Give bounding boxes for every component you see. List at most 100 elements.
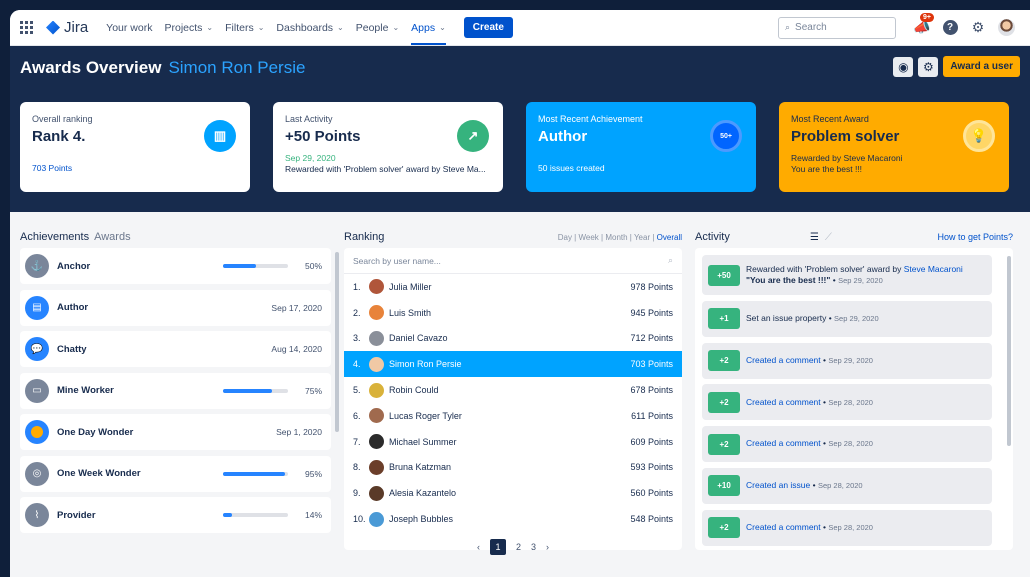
list-item[interactable]: ⚓ Anchor 50% [20,248,331,284]
settings-button[interactable]: ⚙ [968,18,988,38]
lightbulb-icon: 💡 [963,120,995,152]
nav-people[interactable]: People ⌄ [356,22,399,34]
avatar [369,408,384,424]
achievement-name: Anchor [57,260,91,272]
table-row-selected[interactable]: 4. Simon Ron Persie 703 Points [344,351,682,378]
table-row[interactable]: 8. Bruna Katzman 593 Points [344,455,682,481]
list-item[interactable]: One Day Wonder Sep 1, 2020 [20,414,331,450]
notifications-button[interactable]: 📣 9+ [912,12,934,38]
tab-awards[interactable]: Awards [94,231,130,243]
activity-scrollbar[interactable] [1007,256,1011,446]
tab-achievements[interactable]: Achievements [20,231,89,243]
profile-button[interactable] [996,18,1016,38]
chevron-left-icon[interactable]: ‹ [477,542,480,552]
points-badge: +10 [708,475,740,497]
table-row[interactable]: 9. Alesia Kazantelo 560 Points [344,480,682,506]
user-name: Michael Summer [389,436,457,447]
filter-year[interactable]: Year [634,233,650,242]
activity-link[interactable]: Created a comment [746,438,821,448]
activity-link[interactable]: Created an issue [746,480,810,490]
nav-dashboards[interactable]: Dashboards ⌄ [276,22,343,34]
list-item[interactable]: 💬 Chatty Aug 14, 2020 [20,331,331,367]
rank-number: 5. [353,385,361,396]
list-item[interactable]: ⌇ Provider 14% [20,497,331,533]
rank-number: 10. [353,514,366,525]
help-icon: ? [942,20,958,35]
activity-link[interactable]: Created a comment [746,522,821,532]
awards-overview-header: Awards Overview Simon Ron Persie ◉ ⚙ Awar… [10,46,1030,212]
user-name: Julia Miller [389,281,432,292]
rank-number: 6. [353,410,361,421]
points-badge: +2 [708,350,740,372]
filter-month[interactable]: Month [605,233,627,242]
list-item: +10 Created an issue • Sep 28, 2020 [702,467,992,504]
table-row[interactable]: 5. Robin Could 678 Points [344,377,682,403]
activity-panel: Activity ☰ ⟋ How to get Points? +50 Rewar… [695,226,1013,550]
filter-week[interactable]: Week [578,233,598,242]
activity-date: Sep 29, 2020 [828,355,873,365]
nav-apps[interactable]: Apps ⌄ [411,22,446,45]
table-row[interactable]: 1. Julia Miller 978 Points [344,274,682,300]
jira-logo[interactable]: Jira [46,19,88,36]
logo-text: Jira [64,19,89,36]
table-row[interactable]: 7. Michael Summer 609 Points [344,429,682,455]
activity-date: Sep 28, 2020 [828,397,873,407]
table-row[interactable]: 10. Joseph Bubbles 548 Points [344,506,682,532]
achievement-name: Provider [57,509,96,521]
create-button[interactable]: Create [463,17,513,38]
list-item[interactable]: ▭ Mine Worker 75% [20,372,331,409]
megaphone-icon: 📣 [913,19,931,35]
page-2[interactable]: 2 [516,542,521,552]
achievement-name: Mine Worker [57,385,114,396]
list-item[interactable]: ▤ Author Sep 17, 2020 [20,289,331,326]
help-button[interactable]: ? [940,18,960,38]
nav-label: Dashboards [276,21,334,34]
nav-projects[interactable]: Projects ⌄ [164,22,213,34]
card-label: Most Recent Award [791,114,869,124]
avatar [369,459,384,475]
list-item[interactable]: ◎ One Week Wonder 95% [20,455,331,492]
search-input[interactable]: ⌕ Search [778,16,896,39]
nav-filters[interactable]: Filters ⌄ [225,22,264,34]
filter-day[interactable]: Day [558,233,572,242]
points-badge: +2 [708,391,740,413]
award-a-user-button[interactable]: Award a user [943,56,1020,77]
achievements-scrollbar[interactable] [335,252,339,432]
card-date: Sep 29, 2020 [285,153,336,163]
activity-title: Activity [695,231,730,243]
list-item: +2 Created a comment • Sep 28, 2020 [702,426,992,463]
card-label: Last Activity [285,114,333,124]
chart-view-icon[interactable]: ⟋ [825,232,832,243]
list-view-icon[interactable]: ☰ [810,232,819,243]
ranking-search-input[interactable]: Search by user name... ⌕ [344,248,682,274]
user-link[interactable]: Steve Macaroni [904,264,963,274]
nav-your-work[interactable]: Your work [106,22,152,34]
achievement-date: Sep 1, 2020 [276,427,322,437]
achievement-date: Sep 17, 2020 [271,302,322,313]
chevron-right-icon[interactable]: › [546,542,549,552]
page-3[interactable]: 3 [531,542,536,552]
how-to-get-points-link[interactable]: How to get Points? [937,232,1013,242]
app-switcher-icon[interactable] [20,20,34,35]
page-1[interactable]: 1 [489,539,506,555]
user-points: 609 Points [630,436,673,447]
rank-number: 2. [353,307,361,318]
avatar [369,356,384,372]
settings-button[interactable]: ⚙ [918,56,939,77]
achievements-tabs: Achievements Awards [20,226,331,248]
activity-link[interactable]: Created a comment [746,397,821,407]
avatar [369,305,384,321]
table-row[interactable]: 6. Lucas Roger Tyler 611 Points [344,403,682,429]
user-points: 548 Points [630,514,673,525]
rank-number: 3. [353,333,361,344]
table-row[interactable]: 2. Luis Smith 945 Points [344,300,682,326]
filter-overall[interactable]: Overall [657,233,682,242]
table-row[interactable]: 3. Daniel Cavazo 712 Points [344,326,682,352]
activity-link[interactable]: Created a comment [746,355,821,365]
paperclip-icon: ⌇ [25,503,49,527]
user-profile-button[interactable]: ◉ [893,56,914,77]
medal-icon: ◎ [25,461,49,486]
overall-ranking-card: Overall ranking Rank 4. 703 Points ▥ [20,102,250,192]
user-name: Luis Smith [389,307,432,318]
activity-date: Sep 29, 2020 [834,314,879,324]
